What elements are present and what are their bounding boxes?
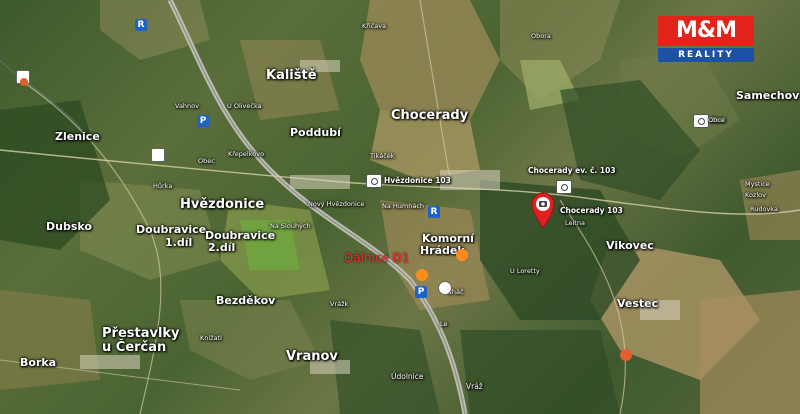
place-borka: Borka (20, 356, 57, 369)
camera-label-chocerady[interactable]: Chocerady 103 (560, 206, 623, 215)
label-rudovka: Rudovka (750, 205, 778, 213)
church-icon[interactable] (151, 148, 165, 162)
label-obora: Obora (531, 32, 551, 40)
label-vrazk: Vrážk (330, 300, 349, 308)
tourist-point-icon[interactable]: R (135, 19, 147, 31)
camera-icon[interactable] (366, 174, 382, 188)
place-kaliste: Kaliště (266, 68, 317, 83)
place-bezdekov: Bezděkov (216, 294, 276, 307)
place-vraz: Vráž (466, 382, 483, 391)
place-poddubi: Poddubí (290, 126, 341, 139)
camera-label-obce[interactable]: Obce (708, 116, 725, 124)
label-novy-hvezdonice: Nový Hvězdonice (308, 200, 365, 208)
label-kricava: Křičava (362, 22, 387, 30)
place-doubravice-2-part: 2.díl (208, 241, 236, 254)
location-pin-icon[interactable] (530, 191, 556, 229)
label-leitna: Leitna (565, 219, 585, 227)
place-vestec: Vestec (617, 297, 659, 310)
place-udolnice: Údolnice (391, 372, 424, 381)
label-mystice: Mystice (745, 180, 770, 188)
label-vahnov: Vahnov (175, 102, 199, 110)
label-le: Le (440, 320, 448, 328)
place-prestavlky-2: u Čerčan (102, 340, 167, 355)
highway-annotation: Dálnice D1 (344, 251, 410, 265)
place-chocerady: Chocerady (391, 108, 469, 123)
label-knizatl: Knížatl (200, 334, 222, 342)
label-u-loretty: U Loretty (510, 267, 540, 275)
castle-icon[interactable] (456, 249, 468, 261)
place-zlenice: Zlenice (55, 130, 100, 143)
place-prestavlky: Přestavlky (102, 326, 180, 341)
logo-subtitle: REALITY (658, 48, 754, 62)
tourist-point-icon[interactable]: R (428, 206, 440, 218)
place-hvezdonice: Hvězdonice (180, 197, 265, 212)
attraction-icon[interactable] (620, 349, 632, 361)
camera-icon[interactable] (556, 180, 572, 194)
restaurant-icon[interactable] (416, 269, 428, 281)
label-hurka: Hůrka (153, 182, 173, 190)
label-u-olivecka: U Olivečka (227, 102, 262, 110)
place-doubravice-1: Doubravice (136, 223, 207, 236)
parking-icon[interactable]: P (415, 286, 427, 298)
camera-icon[interactable] (693, 114, 709, 128)
map-view[interactable]: M&M REALITY Kaliště Chocerady Hvězdonice… (0, 0, 800, 414)
place-doubravice-1-part: 1.díl (165, 236, 193, 249)
label-na-humna: Na Humnách (382, 202, 425, 210)
camera-label-hvezdonice[interactable]: Hvězdonice 103 (384, 176, 451, 185)
label-obec: Obec (198, 157, 215, 165)
parking-icon[interactable]: P (197, 115, 209, 127)
brand-logo: M&M REALITY (658, 16, 754, 62)
label-krepelkovo: Křepelkovo (228, 150, 265, 158)
landmark-icon[interactable] (438, 281, 452, 295)
attraction-icon[interactable] (20, 78, 28, 86)
place-vranov: Vranov (286, 349, 338, 364)
place-dubsko: Dubsko (46, 220, 92, 233)
label-na-slouhych: Na Slouhých (270, 222, 311, 230)
camera-label-chocerady-ev[interactable]: Chocerady ev. č. 103 (528, 166, 616, 175)
label-kozlov: Kozlov (745, 191, 766, 199)
label-tikacek: Tikáček (370, 152, 395, 160)
place-vikovec: Vikovec (606, 239, 654, 252)
place-samechov: Samechov (736, 89, 800, 102)
logo-wordmark: M&M (658, 16, 754, 46)
